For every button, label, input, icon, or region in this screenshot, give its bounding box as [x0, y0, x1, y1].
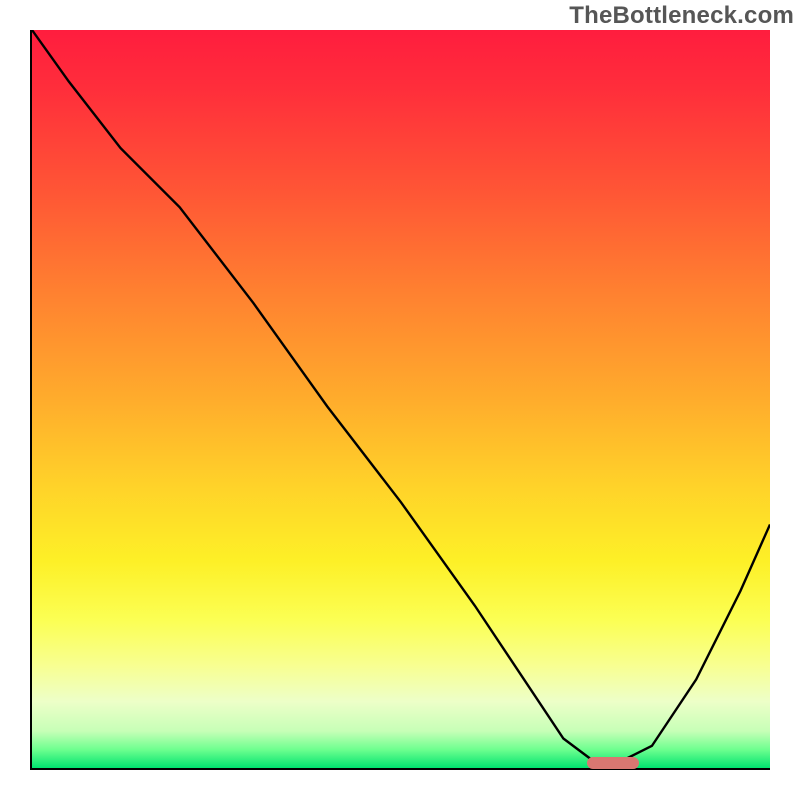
watermark-text: TheBottleneck.com: [569, 2, 794, 30]
plot-area: [30, 30, 770, 770]
chart-container: TheBottleneck.com: [0, 0, 800, 800]
heat-gradient: [32, 30, 770, 768]
optimal-marker: [587, 757, 639, 769]
